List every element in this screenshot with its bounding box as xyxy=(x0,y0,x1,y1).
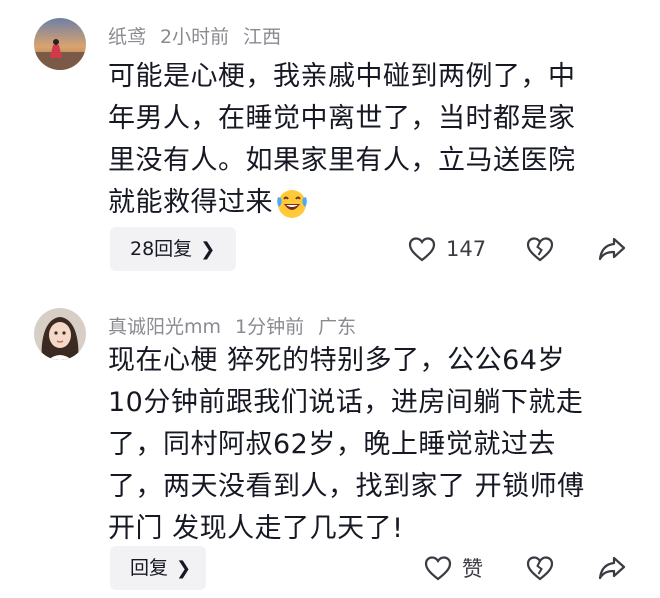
comment-line: 了，同村阿叔62岁，晚上睡觉就过去 xyxy=(108,429,556,460)
like-count: 147 xyxy=(446,237,487,261)
comment-line: 就能救得过来 xyxy=(108,187,273,218)
comment-actions: 赞 xyxy=(0,546,660,590)
comment-line: 里没有人。如果家里有人，立马送医院 xyxy=(108,145,576,176)
avatar[interactable] xyxy=(34,308,86,360)
laughing-crying-emoji-icon xyxy=(277,189,307,218)
comment-line: 了，两天没看到人，找到家了 开锁师傅 xyxy=(108,471,585,502)
comment-line: 年男人，在睡觉中离世了，当时都是家 xyxy=(108,103,576,134)
comment-last-line: 就能救得过来 xyxy=(108,182,628,224)
broken-heart-icon xyxy=(526,237,554,262)
share-button[interactable] xyxy=(598,234,626,264)
timestamp: 1分钟前 xyxy=(235,316,305,338)
timestamp: 2小时前 xyxy=(160,26,230,48)
avatar[interactable] xyxy=(34,18,86,70)
share-button[interactable] xyxy=(598,553,626,583)
username[interactable]: 纸鸢 xyxy=(108,26,146,48)
comment-text: 可能是心梗，我亲戚中碰到两例了，中 年男人，在睡觉中离世了，当时都是家 里没有人… xyxy=(108,56,628,224)
location: 江西 xyxy=(243,26,282,48)
location: 广东 xyxy=(318,316,357,338)
comment-line: 10分钟前跟我们说话，进房间躺下就走 xyxy=(108,387,584,418)
dislike-button[interactable] xyxy=(526,553,554,583)
comment-text: 现在心梗 猝死的特别多了，公公64岁 10分钟前跟我们说话，进房间躺下就走 了，… xyxy=(108,340,628,550)
heart-outline-icon xyxy=(408,237,436,262)
heart-outline-icon xyxy=(424,556,452,581)
broken-heart-icon xyxy=(526,556,554,581)
comment-line: 开门 发现人走了几天了! xyxy=(108,513,404,544)
like-button[interactable]: 147 xyxy=(408,234,486,264)
like-label: 赞 xyxy=(462,557,483,581)
share-arrow-icon xyxy=(598,237,626,261)
comment-line: 可能是心梗，我亲戚中碰到两例了，中 xyxy=(108,61,576,92)
comment-meta: 真诚阳光mm 1分钟前 广东 xyxy=(108,312,370,339)
comment-actions: 147 xyxy=(0,227,660,271)
username[interactable]: 真诚阳光mm xyxy=(108,316,221,338)
comment-line: 现在心梗 猝死的特别多了，公公64岁 xyxy=(108,345,565,376)
comment-meta: 纸鸢 2小时前 江西 xyxy=(108,22,295,49)
like-button[interactable]: 赞 xyxy=(424,553,483,583)
share-arrow-icon xyxy=(598,556,626,580)
dislike-button[interactable] xyxy=(526,234,554,264)
